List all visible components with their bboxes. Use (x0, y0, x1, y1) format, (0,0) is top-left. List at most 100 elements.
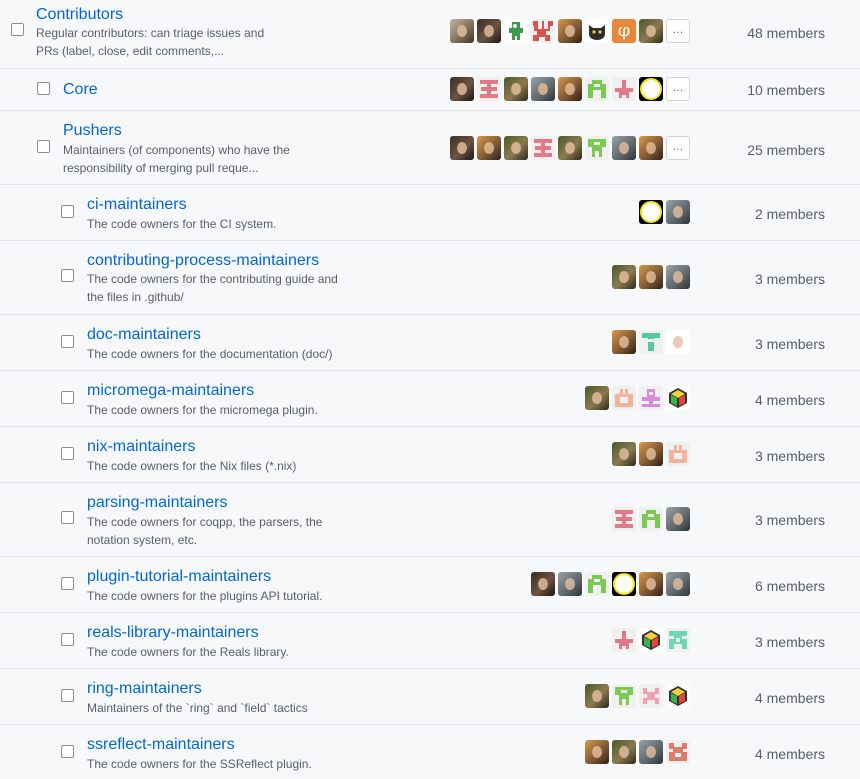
avatar[interactable] (639, 200, 663, 224)
member-count-link[interactable]: 48 members (747, 25, 825, 41)
avatar[interactable] (504, 136, 528, 160)
member-count-link[interactable]: 2 members (755, 206, 825, 222)
avatar[interactable] (558, 19, 582, 43)
member-count-link[interactable]: 10 members (747, 82, 825, 98)
member-count-link[interactable]: 4 members (755, 690, 825, 706)
avatar[interactable] (666, 442, 690, 466)
team-checkbox[interactable] (61, 633, 74, 646)
avatar[interactable] (612, 442, 636, 466)
avatar[interactable] (639, 628, 663, 652)
avatar[interactable] (450, 19, 474, 43)
member-count-link[interactable]: 4 members (755, 392, 825, 408)
member-count-link[interactable]: 3 members (755, 271, 825, 287)
avatar[interactable] (477, 136, 501, 160)
avatar[interactable] (531, 572, 555, 596)
avatar[interactable] (531, 19, 555, 43)
avatar[interactable] (477, 77, 501, 101)
avatar[interactable] (612, 507, 636, 531)
more-members-icon[interactable]: … (666, 136, 690, 160)
team-name-link[interactable]: plugin-tutorial-maintainers (87, 567, 271, 587)
team-name-link[interactable]: reals-library-maintainers (87, 623, 259, 643)
avatar[interactable] (639, 265, 663, 289)
more-members-icon[interactable]: … (666, 19, 690, 43)
avatar[interactable] (666, 628, 690, 652)
team-name-link[interactable]: Core (63, 80, 98, 100)
team-name-link[interactable]: Pushers (63, 121, 122, 141)
avatar[interactable] (639, 442, 663, 466)
avatar[interactable] (666, 265, 690, 289)
avatar[interactable] (612, 740, 636, 764)
team-name-link[interactable]: micromega-maintainers (87, 381, 254, 401)
member-count-link[interactable]: 3 members (755, 448, 825, 464)
avatar[interactable] (504, 19, 528, 43)
team-name-link[interactable]: ring-maintainers (87, 679, 202, 699)
team-checkbox[interactable] (61, 335, 74, 348)
team-checkbox[interactable] (61, 689, 74, 702)
avatar[interactable] (666, 572, 690, 596)
team-checkbox[interactable] (61, 577, 74, 590)
team-name-link[interactable]: parsing-maintainers (87, 493, 228, 513)
team-name-link[interactable]: nix-maintainers (87, 437, 195, 457)
member-count-link[interactable]: 3 members (755, 336, 825, 352)
member-count-link[interactable]: 3 members (755, 512, 825, 528)
team-name-link[interactable]: ci-maintainers (87, 195, 187, 215)
team-checkbox[interactable] (37, 140, 50, 153)
avatar[interactable] (477, 19, 501, 43)
avatar[interactable] (585, 740, 609, 764)
avatar[interactable] (666, 684, 690, 708)
avatar[interactable] (639, 507, 663, 531)
team-checkbox[interactable] (61, 391, 74, 404)
avatar[interactable] (639, 684, 663, 708)
avatar[interactable] (666, 200, 690, 224)
avatar[interactable] (639, 572, 663, 596)
member-count-link[interactable]: 3 members (755, 634, 825, 650)
avatar[interactable] (612, 77, 636, 101)
team-checkbox[interactable] (61, 205, 74, 218)
avatar[interactable] (639, 740, 663, 764)
team-name-link[interactable]: doc-maintainers (87, 325, 201, 345)
avatar[interactable] (639, 386, 663, 410)
team-name-link[interactable]: ssreflect-maintainers (87, 735, 235, 755)
avatar[interactable] (585, 19, 609, 43)
avatar[interactable] (558, 77, 582, 101)
team-name-link[interactable]: contributing-process-maintainers (87, 251, 319, 271)
avatar[interactable] (558, 572, 582, 596)
avatar[interactable] (639, 77, 663, 101)
avatar[interactable] (450, 77, 474, 101)
avatar[interactable] (666, 740, 690, 764)
avatar[interactable] (585, 136, 609, 160)
avatar[interactable] (531, 77, 555, 101)
avatar[interactable] (585, 684, 609, 708)
more-members-icon[interactable]: … (666, 77, 690, 101)
team-name-link[interactable]: Contributors (36, 5, 123, 25)
avatar[interactable] (666, 330, 690, 354)
member-count-link[interactable]: 25 members (747, 142, 825, 158)
avatar[interactable] (612, 330, 636, 354)
team-checkbox[interactable] (61, 745, 74, 758)
avatar[interactable] (450, 136, 474, 160)
avatar[interactable] (504, 77, 528, 101)
team-checkbox[interactable] (37, 82, 50, 95)
avatar[interactable] (585, 386, 609, 410)
team-checkbox[interactable] (61, 447, 74, 460)
avatar[interactable] (558, 136, 582, 160)
avatar[interactable] (666, 386, 690, 410)
avatar[interactable] (639, 19, 663, 43)
avatar[interactable] (639, 136, 663, 160)
avatar[interactable] (531, 136, 555, 160)
member-count-link[interactable]: 6 members (755, 578, 825, 594)
avatar[interactable] (612, 136, 636, 160)
avatar[interactable] (612, 684, 636, 708)
avatar[interactable] (612, 572, 636, 596)
avatar[interactable] (639, 330, 663, 354)
avatar[interactable] (612, 265, 636, 289)
avatar[interactable] (585, 572, 609, 596)
member-count-link[interactable]: 4 members (755, 746, 825, 762)
avatar[interactable] (612, 386, 636, 410)
avatar[interactable] (585, 77, 609, 101)
team-checkbox[interactable] (11, 23, 24, 36)
avatar[interactable] (666, 507, 690, 531)
avatar[interactable]: φ (612, 19, 636, 43)
team-checkbox[interactable] (61, 511, 74, 524)
avatar[interactable] (612, 628, 636, 652)
